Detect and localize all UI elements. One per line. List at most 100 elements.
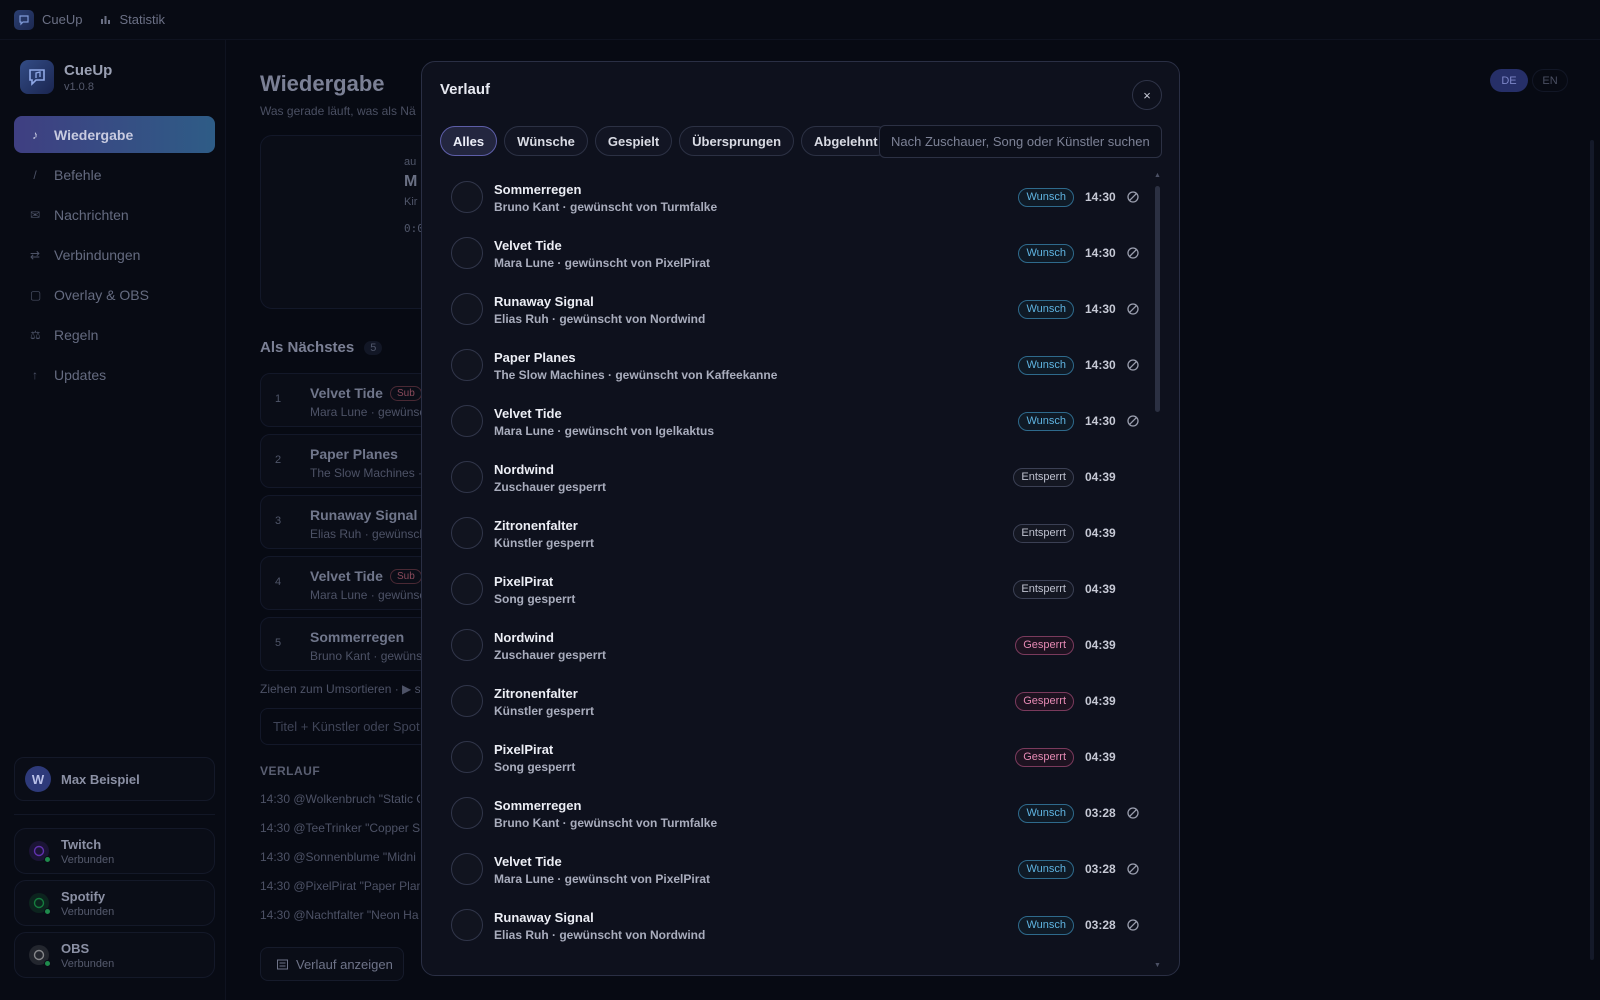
sidebar-item-nachrichten[interactable]: ✉ Nachrichten	[14, 196, 215, 233]
avatar: W	[25, 766, 51, 792]
reject-icon[interactable]	[1126, 918, 1140, 932]
history-row[interactable]: Runaway Signal Elias Ruh · gewünscht von …	[440, 897, 1140, 953]
history-row[interactable]: Runaway Signal Elias Ruh · gewünscht von …	[440, 281, 1140, 337]
history-row[interactable]: Zitronenfalter Künstler gesperrt Entsperrt…	[440, 505, 1140, 561]
row-time: 14:30	[1085, 358, 1116, 372]
queue-item[interactable]: 1 Velvet Tide Mara Lune · gewünsc Sub	[260, 373, 430, 427]
history-row[interactable]: PixelPirat Song gesperrt Entsperrt 04:39	[440, 561, 1140, 617]
row-spacer	[1126, 694, 1140, 708]
status-badge: Wunsch	[1018, 187, 1074, 207]
connection-status: Verbunden	[61, 853, 115, 866]
filter-wishes[interactable]: Wünsche	[504, 126, 588, 156]
history-row[interactable]: Paper Planes The Slow Machines · gewünsch…	[440, 337, 1140, 393]
history-row[interactable]: Sommerregen Bruno Kant · gewünscht von Tu…	[440, 785, 1140, 841]
row-title: Paper Planes	[494, 350, 576, 365]
topbar-app-link[interactable]: CueUp	[14, 9, 83, 30]
row-spacer	[1126, 526, 1140, 540]
row-meta: Wunsch 14:30	[1018, 281, 1140, 337]
reject-icon[interactable]	[1126, 190, 1140, 204]
row-meta: Entsperrt 04:39	[1013, 449, 1140, 505]
topbar-app-label: CueUp	[42, 12, 83, 27]
status-badge: Wunsch	[1018, 803, 1074, 823]
list-icon	[277, 959, 288, 970]
status-badge: Wunsch	[1018, 859, 1074, 879]
sidebar-item-label: Nachrichten	[54, 206, 129, 223]
show-history-label: Verlauf anzeigen	[296, 956, 393, 972]
reject-icon[interactable]	[1126, 862, 1140, 876]
lang-de-button[interactable]: DE	[1490, 69, 1528, 92]
history-row[interactable]: Velvet Tide Mara Lune · gewünscht von Pix…	[440, 225, 1140, 281]
row-time: 03:28	[1085, 806, 1116, 820]
status-badge: Entsperrt	[1013, 467, 1074, 487]
user-name: Max Beispiel	[61, 771, 140, 787]
row-subtitle: Bruno Kant · gewünscht von Turmfalke	[494, 816, 718, 830]
cueup-logo-icon	[20, 60, 54, 94]
sidebar-item-befehle[interactable]: / Befehle	[14, 156, 215, 193]
row-time: 04:39	[1085, 470, 1116, 484]
queue-item[interactable]: 4 Velvet Tide Mara Lune · gewünsc Sub	[260, 556, 430, 610]
modal-scrollbar[interactable]: ▲ ▼	[1154, 172, 1161, 969]
arrow-up-icon: ↑	[32, 367, 38, 382]
user-card[interactable]: W Max Beispiel	[14, 757, 215, 801]
connection-obs[interactable]: OBS Verbunden	[14, 932, 215, 978]
lang-en-button[interactable]: EN	[1532, 69, 1568, 92]
topbar-stats-link[interactable]: Statistik	[100, 12, 165, 27]
queue-subtitle: Mara Lune · gewünsc	[310, 588, 426, 602]
filter-all[interactable]: Alles	[440, 126, 498, 156]
obs-icon	[29, 945, 51, 967]
swap-icon: ⇄	[30, 247, 41, 262]
sidebar-item-updates[interactable]: ↑ Updates	[14, 356, 215, 393]
scrollbar-thumb[interactable]	[1155, 186, 1160, 412]
sidebar-item-verbindungen[interactable]: ⇄ Verbindungen	[14, 236, 215, 273]
row-title: Nordwind	[494, 462, 554, 477]
scroll-down-icon[interactable]: ▼	[1154, 962, 1161, 969]
history-row[interactable]: PixelPirat Song gesperrt Gesperrt 04:39	[440, 729, 1140, 785]
filter-played[interactable]: Gespielt	[594, 126, 673, 156]
history-row[interactable]: Zitronenfalter Künstler gesperrt Gesperrt 0…	[440, 673, 1140, 729]
connection-spotify[interactable]: Spotify Verbunden	[14, 880, 215, 926]
row-subtitle: Song gesperrt	[494, 592, 576, 606]
now-playing-title: M	[404, 173, 418, 190]
row-meta: Entsperrt 04:39	[1013, 505, 1140, 561]
history-row[interactable]: Nordwind Zuschauer gesperrt Gesperrt 04:39	[440, 617, 1140, 673]
history-row[interactable]: Velvet Tide Mara Lune · gewünscht von Ige…	[440, 393, 1140, 449]
row-meta: Wunsch 03:28	[1018, 841, 1140, 897]
status-badge: Entsperrt	[1013, 579, 1074, 599]
history-row[interactable]: Sommerregen Bruno Kant · gewünscht von Tu…	[440, 169, 1140, 225]
sidebar-divider	[14, 814, 215, 815]
history-row[interactable]: Nordwind Zuschauer gesperrt Entsperrt 04:39	[440, 449, 1140, 505]
row-title: Runaway Signal	[494, 294, 594, 309]
reject-icon[interactable]	[1126, 358, 1140, 372]
show-history-button[interactable]: Verlauf anzeigen	[260, 947, 404, 981]
queue-subtitle: Elias Ruh · gewünscht	[310, 527, 430, 541]
reject-icon[interactable]	[1126, 246, 1140, 260]
row-time: 03:28	[1085, 918, 1116, 932]
reject-icon[interactable]	[1126, 806, 1140, 820]
row-meta: Gesperrt 04:39	[1015, 673, 1140, 729]
queue-item[interactable]: 5 Sommerregen Bruno Kant · gewünsc	[260, 617, 430, 671]
queue-item[interactable]: 3 Runaway Signal Elias Ruh · gewünscht	[260, 495, 430, 549]
sidebar-item-overlay-obs[interactable]: ▢ Overlay & OBS	[14, 276, 215, 313]
history-search-input[interactable]	[879, 125, 1162, 158]
filter-skipped[interactable]: Übersprungen	[679, 126, 795, 156]
row-meta: Wunsch 14:30	[1018, 169, 1140, 225]
row-title: Zitronenfalter	[494, 686, 578, 701]
queue-item[interactable]: 2 Paper Planes The Slow Machines ·	[260, 434, 430, 488]
scroll-up-icon[interactable]: ▲	[1154, 172, 1161, 179]
add-song-input[interactable]: Titel + Künstler oder Spot	[260, 708, 440, 745]
row-time: 03:28	[1085, 862, 1116, 876]
sidebar-item-regeln[interactable]: ⚖ Regeln	[14, 316, 215, 353]
reject-icon[interactable]	[1126, 414, 1140, 428]
filter-rejected[interactable]: Abgelehnt	[801, 126, 891, 156]
brand: CueUp v1.0.8	[20, 60, 112, 94]
cueup-logo-icon	[14, 9, 34, 30]
close-button[interactable]: ×	[1132, 80, 1162, 110]
connection-twitch[interactable]: Twitch Verbunden	[14, 828, 215, 874]
reject-icon[interactable]	[1126, 302, 1140, 316]
history-row[interactable]: Velvet Tide Mara Lune · gewünscht von Pix…	[440, 841, 1140, 897]
queue-position: 1	[275, 393, 282, 405]
queue-subtitle: The Slow Machines ·	[310, 466, 423, 480]
row-title: Velvet Tide	[494, 854, 562, 869]
sidebar-item-wiedergabe[interactable]: ♪ Wiedergabe	[14, 116, 215, 153]
main-scrollbar[interactable]	[1590, 140, 1594, 960]
